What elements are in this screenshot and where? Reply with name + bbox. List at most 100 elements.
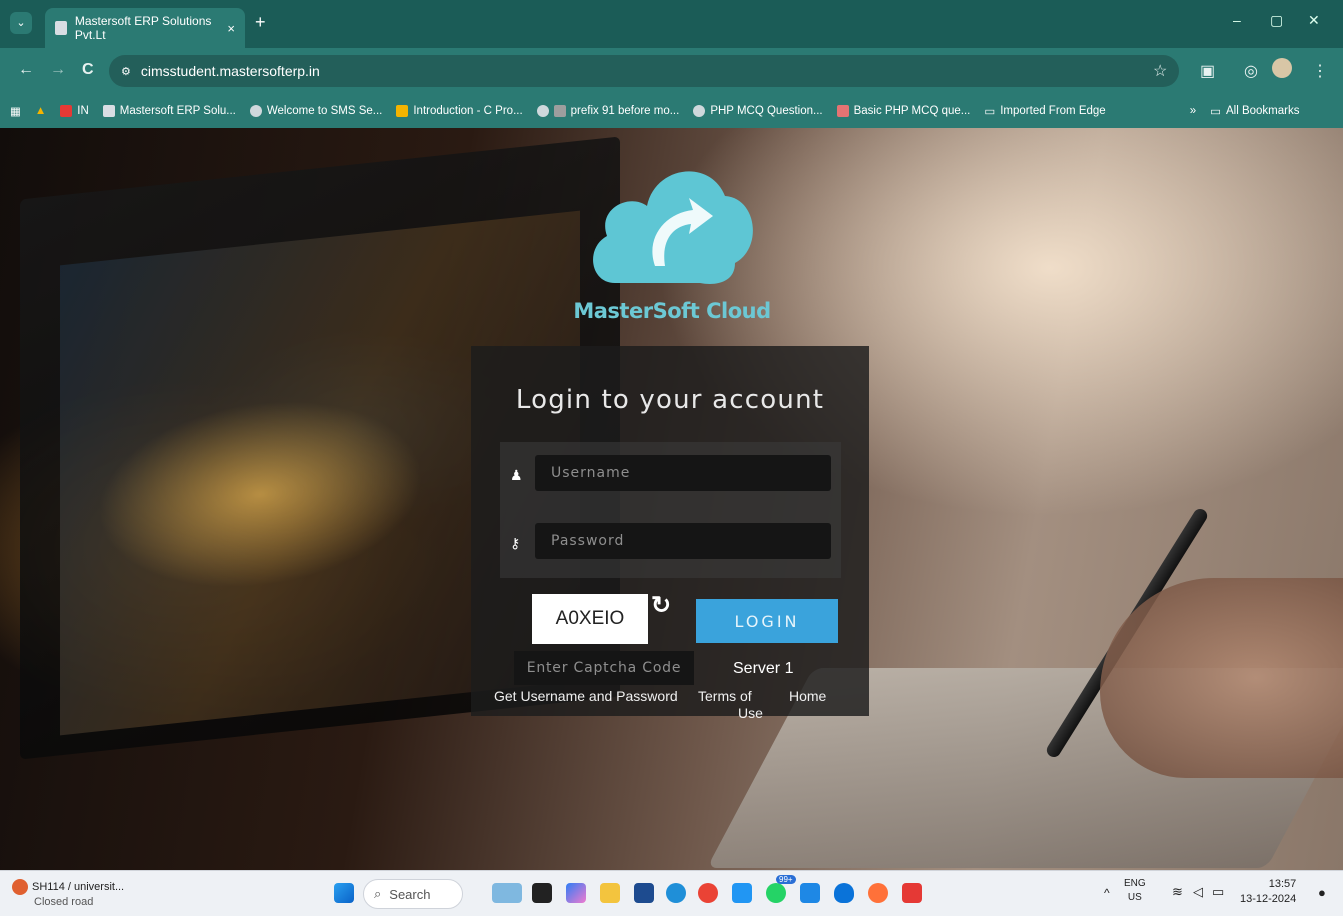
favicon-icon: [102, 105, 115, 117]
weather-title: SH114 / universit...: [32, 880, 125, 893]
address-bar[interactable]: ⚙ cimsstudent.mastersofterp.in: [109, 55, 1179, 87]
volume-icon[interactable]: ◁: [1193, 884, 1203, 900]
bookmark-label: Introduction - C Pro...: [413, 105, 523, 117]
taskbar: SH114 / universit... Closed road ⌕ Searc…: [0, 870, 1343, 916]
login-button[interactable]: LOGIN: [696, 599, 838, 643]
clock-date: 13-12-2024: [1240, 893, 1297, 905]
search-icon: ⌕: [374, 886, 382, 901]
taskbar-search[interactable]: ⌕ Search: [363, 879, 463, 909]
copilot-icon[interactable]: [566, 883, 586, 903]
bookmark-label: IN: [77, 105, 89, 117]
bookmark-folder[interactable]: ▭ Imported From Edge: [984, 104, 1105, 118]
bookmark-item[interactable]: IN: [60, 105, 89, 117]
edge-icon[interactable]: [666, 883, 686, 903]
close-window-icon[interactable]: ✕: [1308, 12, 1320, 29]
globe-icon: [693, 105, 706, 117]
notification-badge: 99+: [776, 875, 796, 884]
onedrive-icon[interactable]: [834, 883, 854, 903]
bookmark-item[interactable]: Introduction - C Pro...: [396, 105, 523, 117]
whatsapp-icon[interactable]: [766, 883, 786, 903]
store-icon[interactable]: [634, 883, 654, 903]
language-indicator[interactable]: ENG US: [1124, 877, 1146, 905]
profile-avatar-icon[interactable]: [1272, 58, 1292, 78]
search-label: Search: [389, 886, 431, 902]
forward-icon[interactable]: →: [50, 61, 66, 79]
file-explorer-icon[interactable]: [600, 883, 620, 903]
bookmark-item[interactable]: prefix 91 before mo...: [536, 105, 679, 117]
favicon-icon: [396, 105, 409, 117]
extensions-icon[interactable]: ▣: [1200, 61, 1215, 81]
restore-icon[interactable]: ▢: [1270, 12, 1283, 29]
apps-grid-icon[interactable]: ▦: [10, 104, 21, 118]
drive-taskbar-icon[interactable]: [800, 883, 820, 903]
widgets-icon[interactable]: [492, 883, 522, 903]
get-credentials-link[interactable]: Get Username and Password: [494, 688, 678, 704]
task-view-icon[interactable]: [532, 883, 552, 903]
site-info-icon[interactable]: ⚙: [121, 65, 131, 78]
background-hand: [1100, 578, 1343, 778]
browser-titlebar: ⌄ Mastersoft ERP Solutions Pvt.Lt × + – …: [0, 0, 1343, 48]
bookmark-item[interactable]: Basic PHP MCQ que...: [836, 105, 971, 117]
bookmark-item[interactable]: Mastersoft ERP Solu...: [102, 105, 236, 117]
bookmark-label: Basic PHP MCQ que...: [853, 105, 971, 117]
brand-name: MasterSoft Cloud: [573, 299, 771, 323]
tab-favicon-icon: [55, 21, 67, 35]
server-label: Server 1: [733, 660, 794, 677]
login-panel: Login to your account ♟ ⚷ A0XEIO ↻ LOGIN…: [471, 346, 869, 721]
taskbar-clock[interactable]: 13:57 13-12-2024: [1240, 877, 1296, 907]
traffic-alert-icon: [12, 879, 28, 895]
key-icon: ⚷: [510, 535, 521, 551]
region-code: US: [1127, 892, 1142, 903]
captcha-image: A0XEIO: [532, 594, 648, 644]
bookmarks-bar: ▦ ▲ IN Mastersoft ERP Solu... Welcome to…: [0, 94, 1343, 128]
bookmark-star-icon[interactable]: ☆: [1153, 61, 1167, 81]
bookmark-label: Mastersoft ERP Solu...: [119, 105, 236, 117]
weather-widget[interactable]: SH114 / universit... Closed road: [12, 879, 124, 909]
language-code: ENG: [1124, 878, 1146, 889]
chrome-icon[interactable]: [698, 883, 718, 903]
folder-icon: ▭: [984, 106, 996, 118]
new-tab-button[interactable]: +: [255, 12, 266, 33]
tab-mastersoft[interactable]: Mastersoft ERP Solutions Pvt.Lt ×: [45, 8, 245, 48]
favicon-icon: [836, 105, 849, 117]
cloud-logo-icon: [593, 171, 753, 284]
login-title: Login to your account: [515, 385, 825, 415]
snipping-tool-icon[interactable]: [732, 883, 752, 903]
bookmark-label: PHP MCQ Question...: [710, 105, 823, 117]
notification-bell-icon[interactable]: ●: [1318, 885, 1326, 900]
menu-kebab-icon[interactable]: ⋮: [1312, 61, 1328, 81]
firefox-icon[interactable]: [868, 883, 888, 903]
terms-of-use-link[interactable]: Terms of Use: [698, 688, 763, 722]
minimize-icon[interactable]: –: [1233, 12, 1241, 28]
tray-overflow-icon[interactable]: ^: [1104, 886, 1110, 900]
youtube-taskbar-icon[interactable]: [902, 883, 922, 903]
terms-line1: Terms of: [698, 688, 752, 704]
extension-icon[interactable]: ◎: [1244, 61, 1258, 81]
username-input[interactable]: [535, 455, 831, 491]
login-page: MasterSoft Cloud Login to your account ♟…: [0, 128, 1343, 870]
all-bookmarks-label: All Bookmarks: [1225, 105, 1300, 117]
password-input[interactable]: [535, 523, 831, 559]
home-link[interactable]: Home: [789, 688, 826, 704]
bookmark-item[interactable]: Welcome to SMS Se...: [249, 105, 382, 117]
tab-search-button[interactable]: ⌄: [10, 12, 32, 34]
close-tab-icon[interactable]: ×: [227, 21, 235, 36]
weather-subtitle: Closed road: [34, 896, 94, 908]
reload-icon[interactable]: C: [82, 61, 94, 79]
browser-navbar: ← → C ⚙ cimsstudent.mastersofterp.in ☆ ▣…: [0, 48, 1343, 94]
wifi-icon[interactable]: ≋: [1172, 884, 1183, 900]
youtube-icon: [60, 105, 73, 117]
bookmark-label: Imported From Edge: [1000, 105, 1106, 117]
bookmark-item[interactable]: PHP MCQ Question...: [693, 105, 823, 117]
bookmarks-overflow-button[interactable]: »: [1190, 105, 1196, 117]
refresh-captcha-icon[interactable]: ↻: [651, 591, 671, 620]
favicon-icon: [553, 105, 566, 117]
battery-icon[interactable]: ▭: [1212, 884, 1224, 900]
user-icon: ♟: [510, 467, 523, 483]
all-bookmarks-button[interactable]: ▭ All Bookmarks: [1210, 104, 1299, 118]
credentials-box: ♟ ⚷: [500, 442, 841, 578]
start-windows-icon[interactable]: [334, 883, 354, 903]
captcha-input[interactable]: [514, 651, 694, 685]
drive-icon[interactable]: ▲: [35, 105, 46, 117]
back-icon[interactable]: ←: [18, 61, 34, 79]
